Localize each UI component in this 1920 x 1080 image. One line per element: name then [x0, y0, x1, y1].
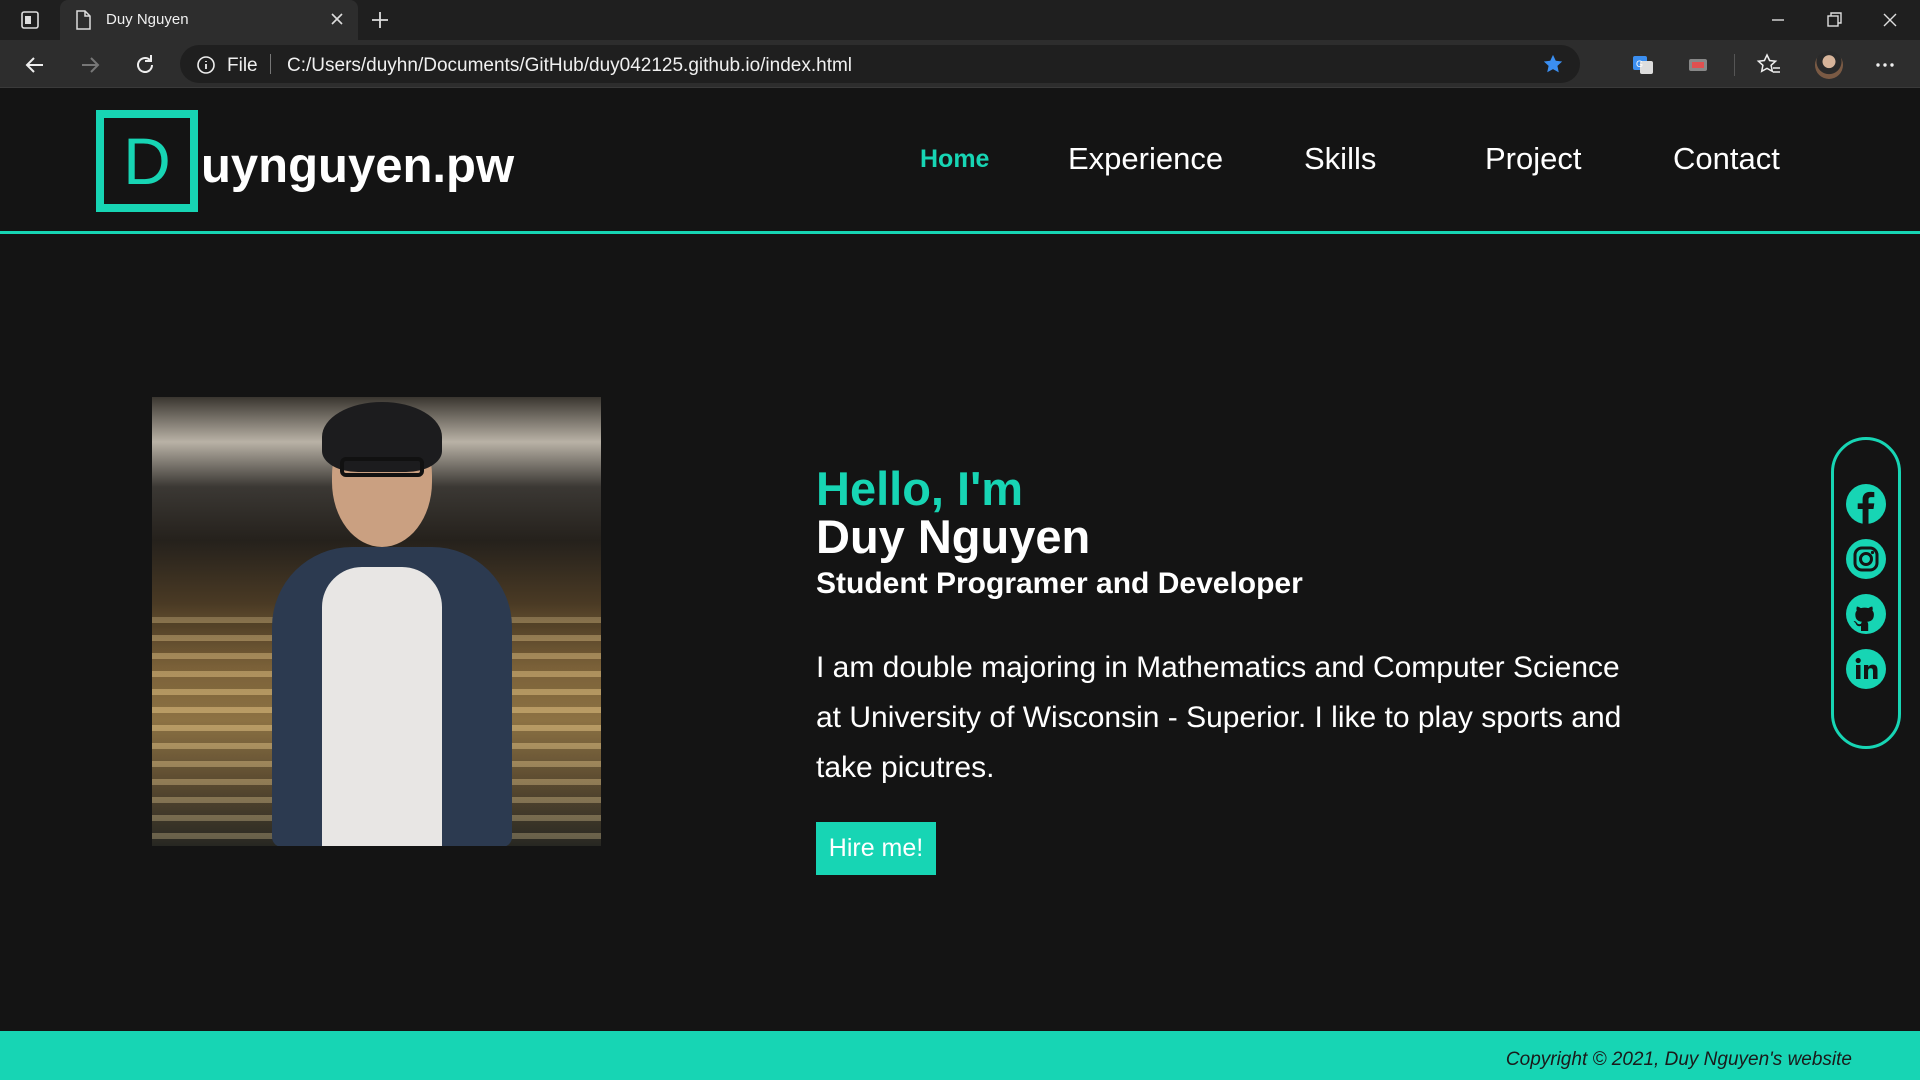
photo-glasses	[340, 457, 424, 477]
minimize-icon[interactable]	[1766, 8, 1790, 32]
hero-name: Duy Nguyen	[816, 510, 1091, 563]
hero-greeting: Hello, I'm	[816, 462, 1024, 515]
nav-project[interactable]: Project	[1485, 141, 1581, 177]
logo-box[interactable]: D	[96, 110, 198, 212]
page-icon	[76, 10, 91, 30]
social-links-bar	[1831, 437, 1901, 749]
restore-icon[interactable]	[1822, 8, 1846, 32]
profile-photo	[152, 397, 601, 846]
nav-skills[interactable]: Skills	[1304, 141, 1376, 177]
hero-role: Student Programer and Developer	[816, 567, 1303, 600]
favorites-icon[interactable]	[1756, 52, 1782, 78]
tab-title: Duy Nguyen	[106, 11, 189, 28]
forward-arrow-icon[interactable]	[77, 52, 103, 78]
site-header: D uynguyen.pw Home Experience Skills Pro…	[0, 89, 1920, 234]
scheme-label: File	[227, 55, 258, 76]
hire-me-button[interactable]: Hire me!	[816, 822, 936, 875]
toolbar-divider	[1734, 54, 1735, 76]
browser-toolbar: File C:/Users/duyhn/Documents/GitHub/duy…	[0, 40, 1920, 88]
svg-text:G: G	[1636, 59, 1643, 69]
more-menu-icon[interactable]	[1872, 52, 1898, 78]
nav-home[interactable]: Home	[920, 145, 989, 174]
new-tab-icon[interactable]	[368, 8, 392, 32]
url-text[interactable]: C:/Users/duyhn/Documents/GitHub/duy04212…	[287, 55, 852, 77]
nav-contact[interactable]: Contact	[1673, 141, 1780, 177]
favorite-star-icon[interactable]	[1542, 53, 1564, 75]
profile-avatar[interactable]	[1815, 51, 1843, 79]
site-footer: Copyright © 2021, Duy Nguyen's website	[0, 1031, 1920, 1080]
address-separator	[270, 54, 271, 74]
github-icon[interactable]	[1845, 593, 1887, 635]
logo-letter: D	[123, 124, 171, 198]
hero-bio: I am double majoring in Mathematics and …	[816, 651, 1622, 784]
photo-shirt	[322, 567, 442, 846]
nav-experience[interactable]: Experience	[1068, 141, 1223, 177]
translate-icon[interactable]: G	[1630, 52, 1656, 78]
logo-text[interactable]: uynguyen.pw	[201, 138, 514, 194]
browser-titlebar: Duy Nguyen	[0, 0, 1920, 40]
close-window-icon[interactable]	[1878, 8, 1902, 32]
linkedin-icon[interactable]	[1845, 648, 1887, 690]
extension-icon[interactable]	[1685, 52, 1711, 78]
instagram-icon[interactable]	[1845, 538, 1887, 580]
close-tab-icon[interactable]	[328, 10, 346, 28]
copyright-text: Copyright © 2021, Duy Nguyen's website	[1505, 1049, 1852, 1070]
facebook-icon[interactable]	[1845, 483, 1887, 525]
tab-actions-icon[interactable]	[14, 8, 46, 32]
info-icon[interactable]	[196, 55, 216, 75]
browser-tab[interactable]: Duy Nguyen	[60, 0, 358, 40]
back-arrow-icon[interactable]	[22, 52, 48, 78]
address-bar[interactable]: File C:/Users/duyhn/Documents/GitHub/duy…	[180, 45, 1580, 83]
reload-icon[interactable]	[132, 52, 158, 78]
